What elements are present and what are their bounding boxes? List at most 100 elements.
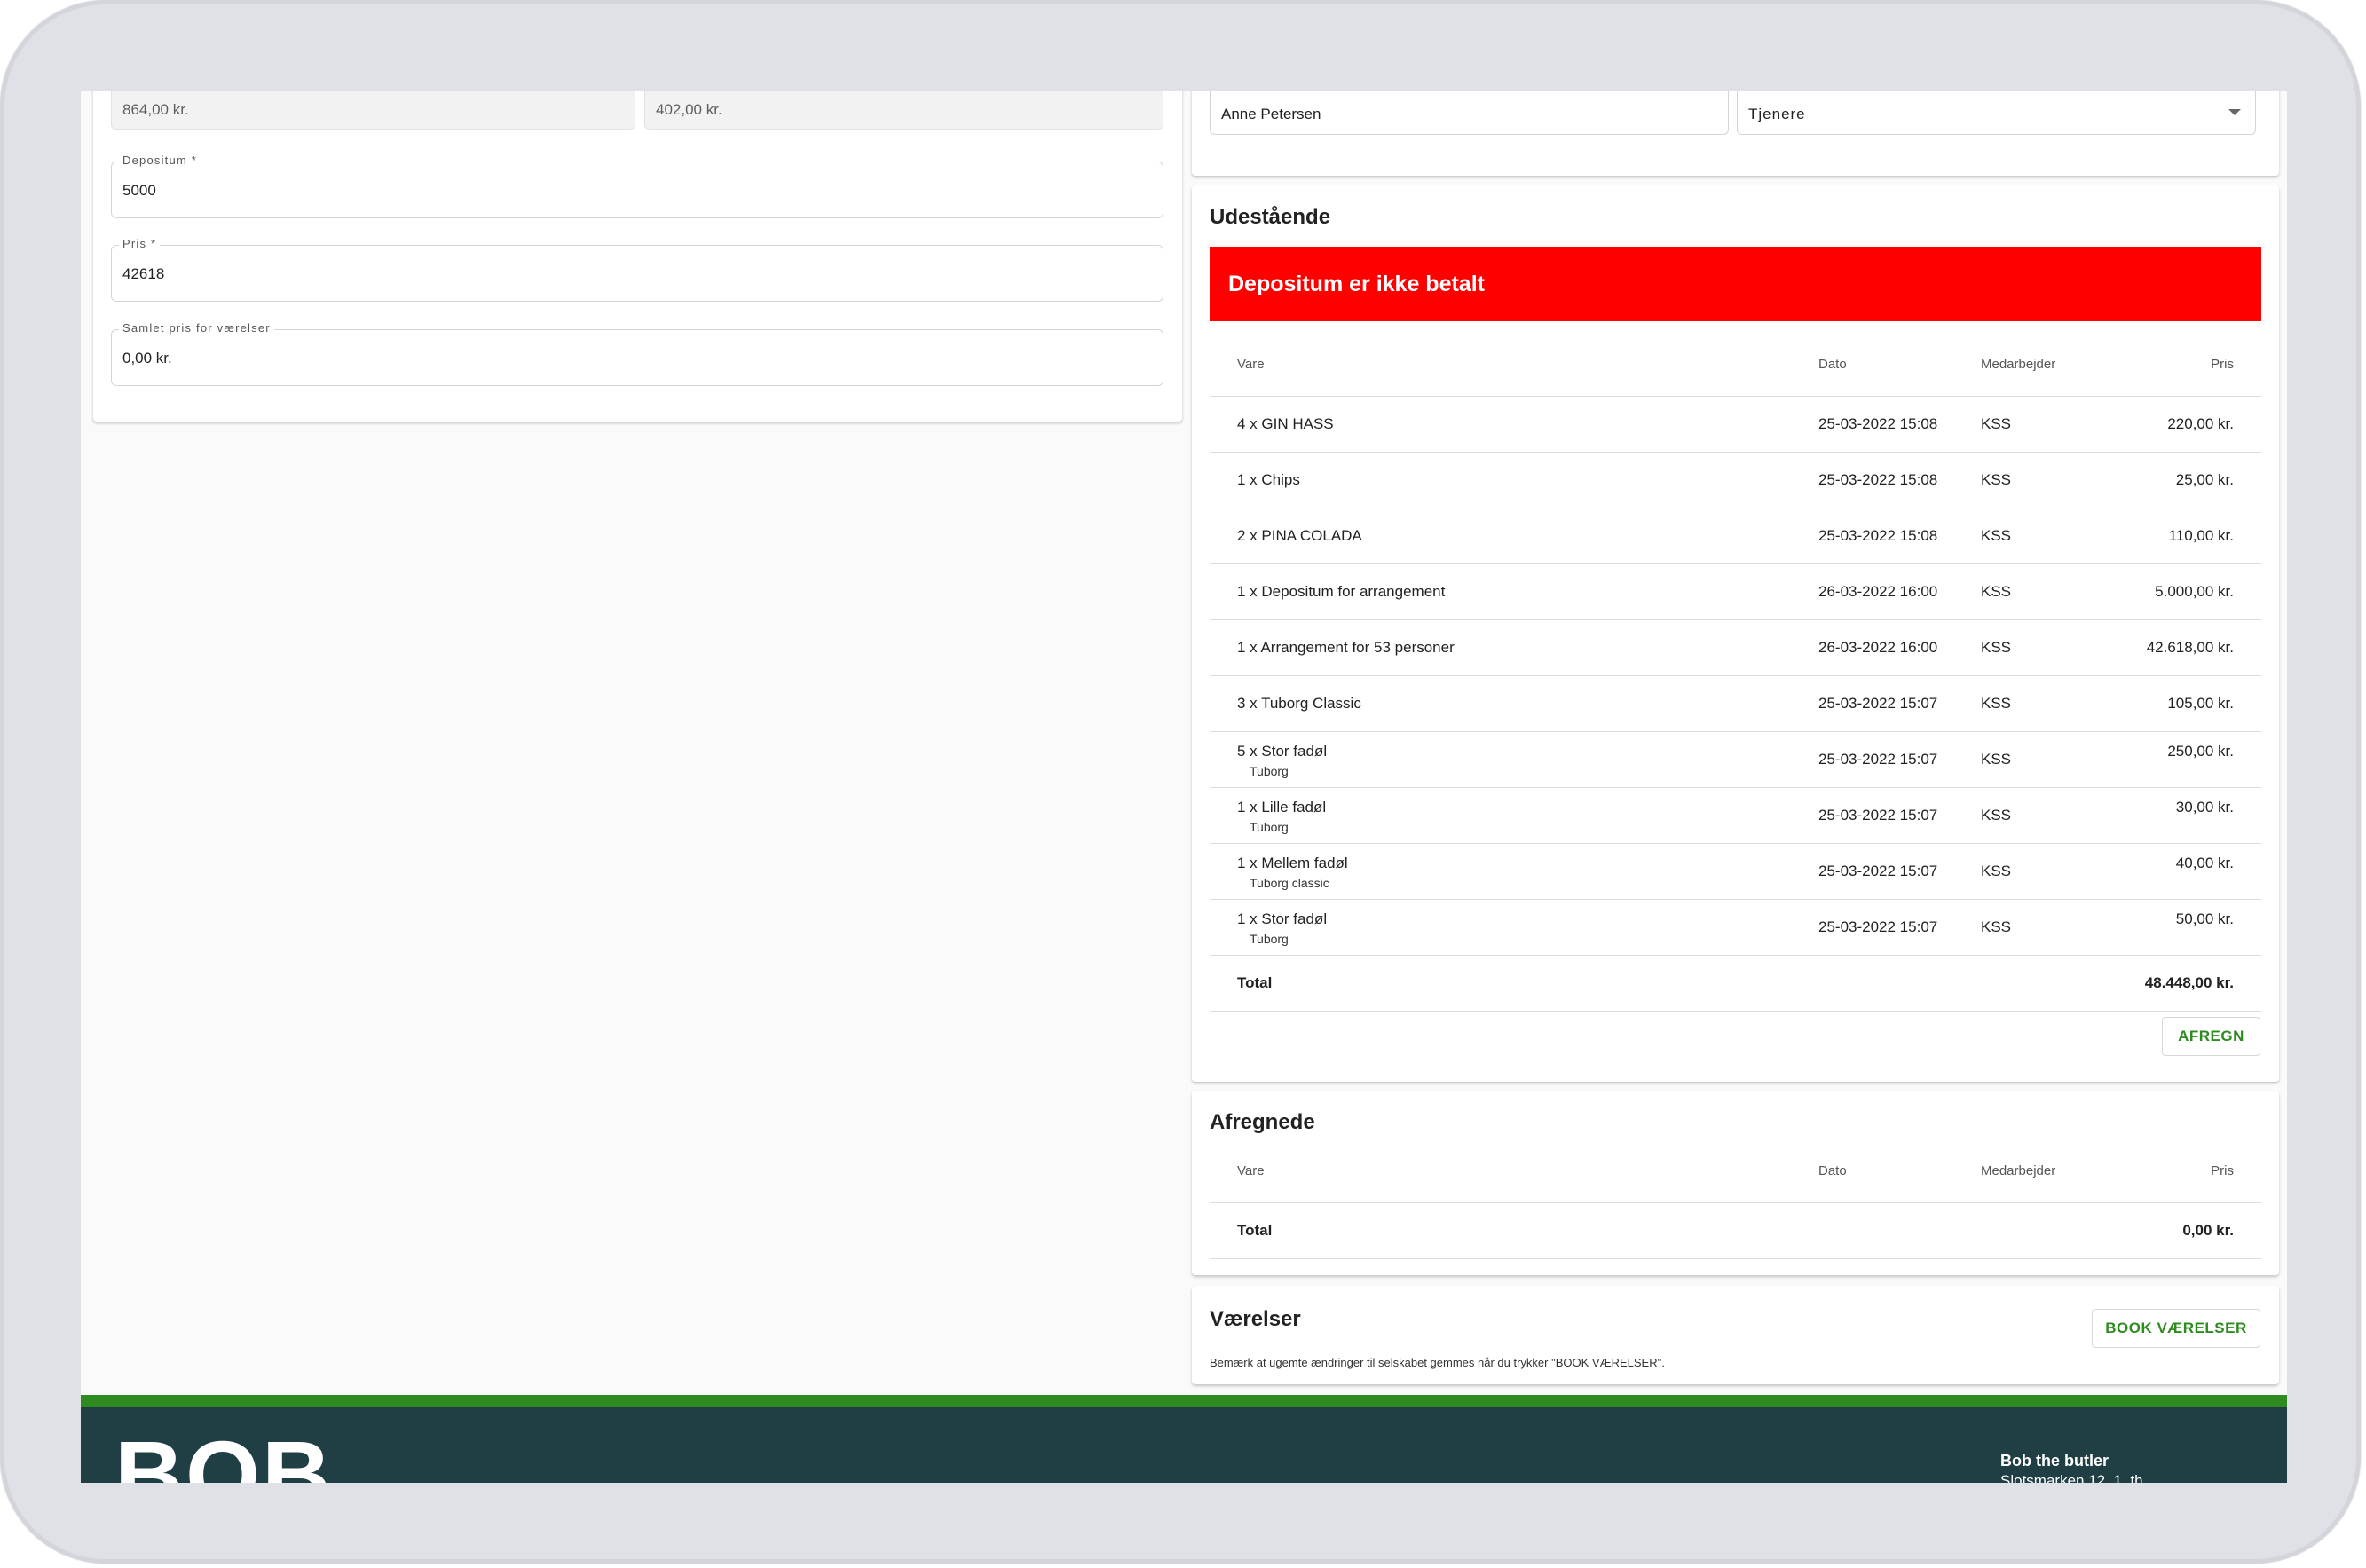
table-row: 3 x Tuborg Classic 25-03-2022 15:07 KSS …: [1210, 676, 2261, 732]
row-item-variant: Tuborg: [1250, 932, 1289, 946]
col-price-header: Pris: [2211, 357, 2234, 372]
row-price: 40,00 kr.: [2175, 855, 2234, 871]
row-item: 4 x GIN HASS: [1237, 415, 1334, 432]
row-employee: KSS: [1981, 639, 2012, 656]
row-price: 105,00 kr.: [2167, 695, 2234, 712]
row-employee: KSS: [1981, 471, 2012, 488]
row-item: 1 x Depositum for arrangement: [1237, 583, 1446, 600]
row-date: 25-03-2022 15:08: [1818, 415, 1938, 432]
table-row: 1 x Chips 25-03-2022 15:08 KSS 25,00 kr.: [1210, 453, 2261, 508]
row-employee: KSS: [1981, 583, 2012, 600]
row-item: 1 x Mellem fadøl Tuborg classic: [1237, 855, 1348, 890]
table-header: Vare Dato Medarbejder Pris: [1210, 1091, 2261, 1203]
table-row: 1 x Mellem fadøl Tuborg classic 25-03-202…: [1210, 844, 2261, 900]
footer-address: Slotsmarken 12, 1. th.: [2000, 1472, 2148, 1483]
row-date: 25-03-2022 15:07: [1818, 695, 1938, 712]
row-price: 25,00 kr.: [2175, 471, 2234, 488]
row-price: 5.000,00 kr.: [2155, 583, 2234, 600]
outstanding-card: Udestående Depositum er ikke betalt Vare…: [1192, 185, 2279, 1082]
total-label: Total: [1237, 974, 1273, 991]
row-price: 250,00 kr.: [2167, 743, 2234, 760]
total-row: Total 48.448,00 kr.: [1210, 956, 2261, 1012]
settled-card: Afregnede Vare Dato Medarbejder Pris Tot…: [1192, 1091, 2279, 1275]
footer-accent-bar: [81, 1395, 2287, 1407]
table-row: 5 x Stor fadøl Tuborg 25-03-2022 15:07 KS…: [1210, 732, 2261, 788]
contact-card: Anne Petersen Tjenere: [1192, 91, 2279, 176]
readonly-amount-1-value: 864,00 kr.: [122, 101, 189, 118]
total-value: 0,00 kr.: [2182, 1222, 2234, 1239]
row-item-variant: Tuborg: [1250, 820, 1289, 834]
price-field[interactable]: Pris * 42618: [111, 237, 1163, 302]
staff-select[interactable]: Tjenere: [1737, 91, 2256, 135]
row-price: 220,00 kr.: [2167, 415, 2234, 432]
staff-select-value: Tjenere: [1748, 106, 1806, 122]
row-price: 42.618,00 kr.: [2146, 639, 2234, 656]
row-item: 1 x Stor fadøl Tuborg: [1237, 910, 1327, 946]
row-item: 3 x Tuborg Classic: [1237, 695, 1361, 712]
deposit-label: Depositum *: [119, 154, 201, 167]
table-row: 1 x Lille fadøl Tuborg 25-03-2022 15:07 K…: [1210, 788, 2261, 844]
col-employee-header: Medarbejder: [1981, 1163, 2056, 1178]
settle-button[interactable]: AFREGN: [2162, 1017, 2260, 1056]
row-employee: KSS: [1981, 863, 2012, 879]
outstanding-table: Vare Dato Medarbejder Pris 4 x GIN HASS …: [1210, 321, 2261, 1012]
table-row: 1 x Stor fadøl Tuborg 25-03-2022 15:07 KS…: [1210, 900, 2261, 956]
row-employee: KSS: [1981, 807, 2012, 823]
deposit-alert: Depositum er ikke betalt: [1210, 247, 2261, 321]
price-value: 42618: [122, 265, 165, 282]
table-row: 4 x GIN HASS 25-03-2022 15:08 KSS 220,00…: [1210, 397, 2261, 453]
app-screen: 864,00 kr. 402,00 kr. Depositum * 5000 P…: [81, 91, 2287, 1483]
row-item-variant: Tuborg classic: [1250, 876, 1329, 890]
row-date: 25-03-2022 15:07: [1818, 918, 1938, 935]
room-total-label: Samlet pris for værelser: [119, 321, 274, 335]
book-rooms-button[interactable]: BOOK VÆRELSER: [2092, 1309, 2260, 1348]
row-employee: KSS: [1981, 751, 2012, 768]
row-item-name: 5 x Stor fadøl: [1237, 743, 1328, 760]
row-item-name: 1 x Lille fadøl: [1237, 799, 1327, 816]
row-item: 1 x Chips: [1237, 471, 1300, 488]
row-employee: KSS: [1981, 695, 2012, 712]
room-total-field[interactable]: Samlet pris for værelser 0,00 kr.: [111, 321, 1163, 386]
table-row: 1 x Arrangement for 53 personer 26-03-20…: [1210, 620, 2261, 676]
readonly-amount-2: 402,00 kr.: [644, 91, 1163, 130]
event-details-card: 864,00 kr. 402,00 kr. Depositum * 5000 P…: [93, 91, 1182, 422]
row-item-variant: Tuborg: [1250, 764, 1289, 778]
chevron-down-icon[interactable]: [2228, 109, 2241, 115]
col-price-header: Pris: [2211, 1163, 2234, 1178]
total-row: Total 0,00 kr.: [1210, 1203, 2261, 1259]
contact-name-value: Anne Petersen: [1221, 106, 1321, 122]
outstanding-title: Udestående: [1210, 205, 1331, 229]
col-employee-header: Medarbejder: [1981, 357, 2056, 372]
row-date: 25-03-2022 15:07: [1818, 807, 1938, 823]
deposit-field[interactable]: Depositum * 5000: [111, 154, 1163, 218]
col-date-header: Dato: [1818, 357, 1847, 372]
row-item: 2 x PINA COLADA: [1237, 527, 1362, 544]
col-date-header: Dato: [1818, 1163, 1847, 1178]
row-date: 26-03-2022 16:00: [1818, 583, 1938, 600]
deposit-value: 5000: [122, 182, 156, 199]
rooms-title: Værelser: [1210, 1307, 1301, 1331]
table-row: 2 x PINA COLADA 25-03-2022 15:08 KSS 110…: [1210, 508, 2261, 564]
row-date: 25-03-2022 15:08: [1818, 471, 1938, 488]
table-row: 1 x Depositum for arrangement 26-03-2022…: [1210, 564, 2261, 620]
settled-table: Vare Dato Medarbejder Pris Total 0,00 kr…: [1210, 1091, 2261, 1259]
tablet-frame: 864,00 kr. 402,00 kr. Depositum * 5000 P…: [0, 0, 2361, 1564]
row-date: 25-03-2022 15:08: [1818, 527, 1938, 544]
footer-company-name: Bob the butler: [2000, 1452, 2109, 1470]
row-employee: KSS: [1981, 527, 2012, 544]
rooms-note: Bemærk at ugemte ændringer til selskabet…: [1210, 1356, 1665, 1369]
row-employee: KSS: [1981, 415, 2012, 432]
footer: BOB Bob the butler Slotsmarken 12, 1. th…: [81, 1407, 2287, 1483]
readonly-amount-2-value: 402,00 kr.: [656, 101, 722, 118]
row-item: 1 x Lille fadøl Tuborg: [1237, 799, 1326, 834]
contact-name-field[interactable]: Anne Petersen: [1210, 91, 1729, 135]
row-price: 50,00 kr.: [2175, 910, 2234, 927]
bob-logo: BOB: [114, 1421, 333, 1484]
rooms-card: Værelser Bemærk at ugemte ændringer til …: [1192, 1286, 2279, 1384]
price-label: Pris *: [119, 237, 161, 250]
table-header: Vare Dato Medarbejder Pris: [1210, 321, 2261, 397]
readonly-amount-1: 864,00 kr.: [111, 91, 635, 130]
total-value: 48.448,00 kr.: [2144, 974, 2234, 991]
row-date: 25-03-2022 15:07: [1818, 863, 1938, 879]
row-price: 110,00 kr.: [2168, 527, 2234, 544]
